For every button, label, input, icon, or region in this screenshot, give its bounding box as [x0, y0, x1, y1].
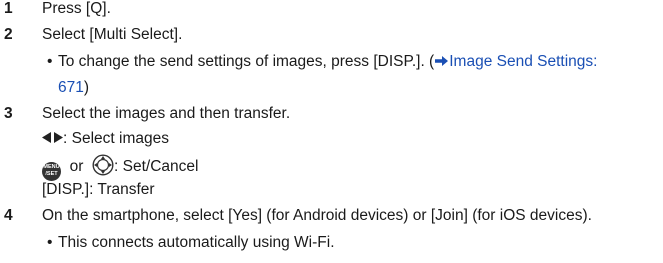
- step-number: 2: [4, 26, 13, 43]
- step-text: On the smartphone, select [Yes] (for And…: [42, 207, 592, 224]
- bullet-text-cont: 671): [58, 78, 89, 98]
- step-number: 4: [4, 207, 13, 224]
- bullet: •: [47, 53, 53, 70]
- bullet-text: To change the send settings of images, p…: [58, 52, 597, 72]
- bullet-suffix: ): [83, 79, 90, 96]
- arrow-right-icon: [435, 56, 449, 66]
- select-images-label: : Select images: [63, 130, 169, 147]
- step-text: Select [Multi Select].: [42, 26, 183, 43]
- select-images-text: : Select images: [42, 129, 169, 149]
- transfer-text: [DISP.]: Transfer: [42, 181, 155, 198]
- step-number: 3: [4, 105, 13, 122]
- bullet: •: [47, 234, 53, 251]
- menu-set-button-icon: MENU/SET: [42, 162, 61, 181]
- step-number: 1: [4, 0, 13, 17]
- page-link[interactable]: 671: [58, 79, 84, 96]
- left-right-arrows-icon: [42, 132, 63, 143]
- control-dial-icon: [92, 154, 114, 176]
- step-text: Select the images and then transfer.: [42, 105, 291, 122]
- image-send-settings-link[interactable]: Image Send Settings:: [449, 53, 597, 70]
- bullet-text: This connects automatically using Wi-Fi.: [58, 234, 335, 251]
- set-cancel-label: : Set/Cancel: [114, 158, 199, 175]
- set-cancel-text: MENU/SET or : Set/Cancel: [42, 154, 198, 181]
- or-text: or: [69, 158, 84, 175]
- step-text: Press [Q].: [42, 0, 111, 17]
- bullet-prefix: To change the send settings of images, p…: [58, 53, 435, 70]
